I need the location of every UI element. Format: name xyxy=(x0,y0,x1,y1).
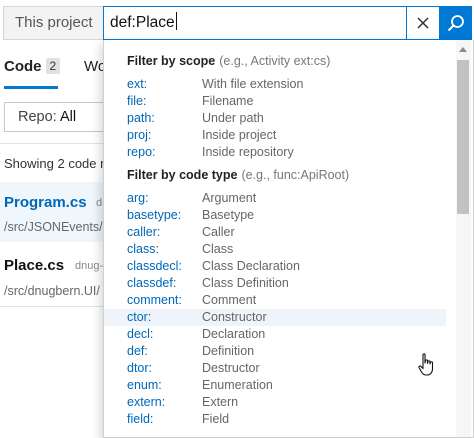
scrollbar-thumb[interactable] xyxy=(457,60,469,214)
filter-description: Basetype xyxy=(202,208,255,222)
filter-option-class[interactable]: class: Class xyxy=(104,241,446,258)
repo-filter-dropdown[interactable]: Repo: All xyxy=(4,102,104,132)
filter-option-basetype[interactable]: basetype: Basetype xyxy=(104,207,446,224)
filter-option-classdef[interactable]: classdef: Class Definition xyxy=(104,275,446,292)
chevron-up-icon xyxy=(459,47,467,52)
filter-keyword: arg: xyxy=(127,191,149,205)
result-title-place[interactable]: Place.cs xyxy=(4,257,64,274)
tab-code-label: Code xyxy=(4,58,42,75)
filter-option-enum[interactable]: enum: Enumeration xyxy=(104,377,446,394)
filter-keyword: path: xyxy=(127,111,155,125)
filter-option-file[interactable]: file: Filename xyxy=(104,93,446,110)
filter-keyword: def: xyxy=(127,344,148,358)
filter-description: Filename xyxy=(202,94,254,108)
filter-keyword: caller: xyxy=(127,225,161,239)
code-type-section-heading: Filter by code type (e.g., func:ApiRoot) xyxy=(127,168,349,182)
filter-option-ext[interactable]: ext: With file extension xyxy=(104,76,446,93)
filter-description: Definition xyxy=(202,344,255,358)
hand-pointer-icon xyxy=(418,353,434,376)
scope-section-heading: Filter by scope (e.g., Activity ext:cs) xyxy=(127,54,330,68)
filter-keyword: enum: xyxy=(127,378,162,392)
filter-keyword: ctor: xyxy=(127,310,152,324)
filter-option-field[interactable]: field: Field xyxy=(104,411,446,428)
result-path: /src/JSONEvents/. xyxy=(4,220,107,234)
filter-keyword: dtor: xyxy=(127,361,153,375)
filter-description: Declaration xyxy=(202,327,266,341)
filter-description: Constructor xyxy=(202,310,267,324)
filter-option-classdecl[interactable]: classdecl: Class Declaration xyxy=(104,258,446,275)
search-query-text: def:Place xyxy=(110,14,175,31)
scope-section-hint: (e.g., Activity ext:cs) xyxy=(219,54,331,68)
filter-keyword: decl: xyxy=(127,327,154,341)
filter-description: Enumeration xyxy=(202,378,273,392)
filter-option-caller[interactable]: caller: Caller xyxy=(104,224,446,241)
code-count-badge: 2 xyxy=(45,58,61,74)
filter-keyword: file: xyxy=(127,94,147,108)
result-title-program[interactable]: Program.cs xyxy=(4,194,87,211)
code-type-section-title: Filter by code type xyxy=(127,168,238,182)
filter-option-ctor[interactable]: ctor: Constructor xyxy=(104,309,446,326)
scope-section-title: Filter by scope xyxy=(127,54,216,68)
result-path: /src/dnugbern.UI/ xyxy=(4,284,100,298)
search-icon xyxy=(447,15,464,32)
filter-option-dtor[interactable]: dtor: Destructor xyxy=(104,360,446,377)
filter-option-decl[interactable]: decl: Declaration xyxy=(104,326,446,343)
filter-description: Under path xyxy=(202,111,264,125)
filter-description: Argument xyxy=(202,191,257,205)
active-tab-indicator xyxy=(4,86,58,89)
result-meta: dnug- xyxy=(75,260,104,272)
filter-option-proj[interactable]: proj: Inside project xyxy=(104,127,446,144)
filter-description: With file extension xyxy=(202,77,304,91)
filter-keyword: class: xyxy=(127,242,159,256)
filter-option-repo[interactable]: repo: Inside repository xyxy=(104,144,446,161)
repo-filter-prefix: Repo: xyxy=(18,109,57,125)
clear-search-button[interactable] xyxy=(407,6,439,40)
filter-option-path[interactable]: path: Under path xyxy=(104,110,446,127)
filter-description: Class Definition xyxy=(202,276,289,290)
filter-keyword: proj: xyxy=(127,128,152,142)
code-type-section-hint: (e.g., func:ApiRoot) xyxy=(241,168,350,182)
filter-keyword: comment: xyxy=(127,293,182,307)
results-count-text: Showing 2 code r xyxy=(4,156,105,171)
filter-keyword: ext: xyxy=(127,77,148,91)
search-scope-label: This project xyxy=(15,14,93,31)
search-button[interactable] xyxy=(439,6,472,40)
filter-option-arg[interactable]: arg: Argument xyxy=(104,190,446,207)
search-scope-button[interactable]: This project xyxy=(3,6,104,40)
filter-description: Extern xyxy=(202,395,239,409)
filter-description: Destructor xyxy=(202,361,260,375)
filter-description: Comment xyxy=(202,293,257,307)
filter-description: Caller xyxy=(202,225,235,239)
filter-description: Inside repository xyxy=(202,145,294,159)
filter-option-def[interactable]: def: Definition xyxy=(104,343,446,360)
close-icon xyxy=(417,17,429,29)
filter-keyword: basetype: xyxy=(127,208,182,222)
filter-description: Field xyxy=(202,412,230,426)
filter-keyword: repo: xyxy=(127,145,156,159)
search-filter-suggestions: Filter by scope (e.g., Activity ext:cs) e… xyxy=(103,40,474,438)
repo-filter-value: All xyxy=(59,109,77,125)
filter-keyword: extern: xyxy=(127,395,166,409)
divider xyxy=(0,143,104,144)
text-caret xyxy=(175,12,177,30)
search-input[interactable]: def:Place xyxy=(103,6,407,40)
filter-keyword: classdecl: xyxy=(127,259,182,273)
divider xyxy=(0,306,104,307)
filter-keyword: classdef: xyxy=(127,276,177,290)
filter-description: Inside project xyxy=(202,128,277,142)
filter-keyword: field: xyxy=(127,412,154,426)
scroll-up-button[interactable] xyxy=(456,42,470,56)
filter-option-extern[interactable]: extern: Extern xyxy=(104,394,446,411)
filter-option-comment[interactable]: comment: Comment xyxy=(104,292,446,309)
filter-description: Class Declaration xyxy=(202,259,300,273)
tab-code[interactable]: Code 2 xyxy=(4,58,61,75)
filter-description: Class xyxy=(202,242,234,256)
